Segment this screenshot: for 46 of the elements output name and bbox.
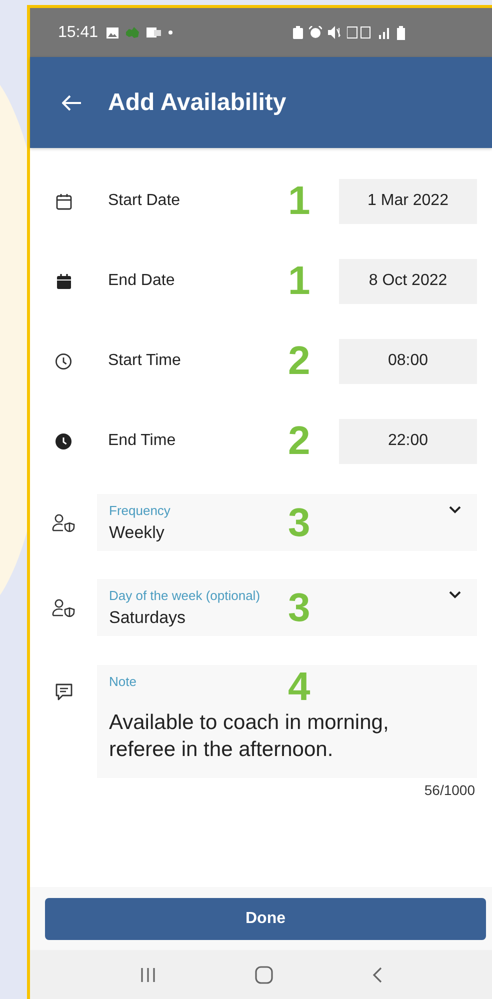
calendar-icon [56,272,72,290]
mute-icon [328,26,342,39]
field-label: Start Date [108,192,180,209]
annotation-number: 1 [288,181,310,221]
field-label: End Date [108,272,175,289]
picker-field[interactable]: 22:00 [339,418,477,464]
back-arrow-icon[interactable] [62,94,82,110]
home-icon[interactable] [254,966,273,984]
field-label: Note [109,674,136,689]
annotation-number: 3 [288,588,310,628]
field-label: Frequency [109,502,170,518]
message-icon [54,683,72,701]
character-counter: 56/1000 [424,782,475,798]
recent-apps-icon[interactable] [140,966,156,982]
field-value: Saturdays [109,608,186,628]
chevron-down-icon [449,591,461,599]
field-label: Day of the week (optional) [109,588,260,602]
picker-field[interactable]: 08:00 [339,338,477,384]
field-label: End Time [108,432,176,449]
clock-icon [55,432,72,450]
annotation-number: 1 [288,261,310,301]
field-label: Start Time [108,352,181,369]
clock-icon [55,352,72,370]
field-value: Weekly [109,522,164,542]
annotation-number: 2 [288,421,310,461]
screen-title: Add Availability [108,88,286,116]
image-icon [106,26,120,38]
clock-time: 15:41 [58,24,98,42]
chevron-down-icon [449,506,461,514]
note-text: Available to coach in morning, referee in the afternoon. [109,710,390,763]
picker-field[interactable]: 8 Oct 2022 [339,258,477,304]
dot-icon [168,30,174,35]
battery-saver-icon [293,26,304,39]
back-icon[interactable] [372,966,382,982]
calendar-icon [56,192,72,210]
person-shield-icon [52,598,76,616]
annotation-number: 4 [288,667,310,707]
alarm-icon [309,26,322,39]
annotation-number: 2 [288,341,310,381]
person-shield-icon [52,514,76,532]
annotation-number: 3 [288,502,310,542]
battery-icon [397,26,406,40]
picker-field[interactable]: 1 Mar 2022 [339,178,477,224]
map-icon [125,26,140,38]
signal-icon [379,26,392,38]
done-button[interactable]: Done [45,898,486,940]
